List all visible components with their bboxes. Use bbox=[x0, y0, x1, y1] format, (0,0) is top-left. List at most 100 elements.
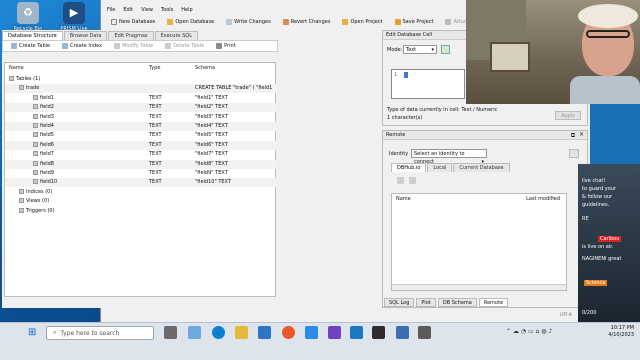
field-name: field6 bbox=[33, 141, 54, 150]
table-icon bbox=[11, 43, 17, 49]
taskbar-clock[interactable]: 10:17 PM 4/10/2023 bbox=[608, 325, 634, 339]
revert-changes-button[interactable]: Revert Changes bbox=[279, 17, 335, 27]
table-row[interactable]: field1 TEXT "field1" TEXT bbox=[5, 94, 277, 103]
chat-message: is live on air. bbox=[582, 244, 614, 250]
tab-execute-sql[interactable]: Execute SQL bbox=[154, 31, 198, 40]
table-row[interactable]: field7 TEXT "field7" TEXT bbox=[5, 150, 277, 159]
horizontal-scrollbar[interactable] bbox=[392, 284, 566, 290]
identity-settings-icon[interactable] bbox=[569, 149, 579, 158]
table-row[interactable]: field6 TEXT "field6" TEXT bbox=[5, 140, 277, 150]
delete-table-button[interactable]: Delete Table bbox=[161, 42, 208, 51]
column-header-name[interactable]: Name bbox=[396, 196, 411, 202]
table-row[interactable]: field2 TEXT "field2" TEXT bbox=[5, 103, 277, 113]
line-number: 1 bbox=[394, 72, 398, 78]
create-table-button[interactable]: Create Table bbox=[7, 42, 54, 51]
remote-tabs: DBHub.io Local Current Database bbox=[391, 163, 511, 172]
cell-editor[interactable]: 1 bbox=[391, 69, 465, 99]
task-view-icon[interactable] bbox=[164, 326, 177, 339]
menu-file[interactable]: File bbox=[107, 7, 115, 13]
column-header-type[interactable]: Type bbox=[149, 65, 160, 73]
github-desktop-icon[interactable] bbox=[328, 326, 341, 339]
table-row[interactable]: field3 TEXT "field3" TEXT bbox=[5, 113, 277, 122]
tree-row-views[interactable]: Views (0) bbox=[5, 197, 277, 206]
import-icon[interactable] bbox=[441, 45, 450, 54]
print-button[interactable]: Print bbox=[212, 42, 240, 51]
tree-row-triggers[interactable]: Triggers (0) bbox=[5, 207, 277, 216]
open-database-button[interactable]: Open Database bbox=[163, 17, 218, 27]
tree-row-indices[interactable]: Indices (0) bbox=[5, 188, 277, 197]
chat-message: live chat! bbox=[582, 178, 606, 184]
apply-button[interactable]: Apply bbox=[555, 111, 581, 120]
wall-picture bbox=[490, 42, 530, 72]
identity-select[interactable]: Select an identity to connect ▾ bbox=[411, 149, 487, 165]
menu-help[interactable]: Help bbox=[181, 7, 192, 13]
indices-icon bbox=[19, 188, 24, 194]
field-schema: "field8" TEXT bbox=[195, 160, 228, 167]
schema-tree[interactable]: Name Type Schema Tables (1) trade CREATE T… bbox=[4, 62, 277, 297]
clone-icon[interactable] bbox=[409, 177, 416, 184]
close-icon[interactable]: × bbox=[579, 131, 584, 138]
tree-row-trade[interactable]: trade CREATE TABLE "trade" ( "field1 bbox=[5, 84, 277, 94]
triggers-node-label: Triggers (0) bbox=[19, 207, 55, 216]
remote-file-list[interactable]: Name Last modified bbox=[391, 193, 567, 291]
revert-icon bbox=[282, 19, 289, 25]
field-schema: "field3" TEXT bbox=[195, 113, 228, 120]
chat-message: 0/200 bbox=[582, 310, 597, 316]
open-project-button[interactable]: Open Project bbox=[338, 17, 386, 27]
firefox-icon[interactable] bbox=[282, 326, 295, 339]
field-type: TEXT bbox=[149, 141, 162, 148]
column-header-schema[interactable]: Schema bbox=[195, 65, 215, 73]
tab-remote[interactable]: Remote bbox=[478, 298, 509, 307]
desktop-icon[interactable]: ♻ Recycle Bin bbox=[6, 2, 50, 32]
tab-sql-log[interactable]: SQL Log bbox=[384, 298, 415, 307]
tab-dbhub[interactable]: DBHub.io bbox=[391, 163, 427, 172]
store-icon[interactable] bbox=[258, 326, 271, 339]
widgets-icon[interactable] bbox=[188, 326, 201, 339]
table-row[interactable]: field4 TEXT "field4" TEXT bbox=[5, 122, 277, 131]
tab-plot[interactable]: Plot bbox=[416, 298, 436, 307]
refresh-icon[interactable] bbox=[397, 177, 404, 184]
table-row[interactable]: field5 TEXT "field5" TEXT bbox=[5, 131, 277, 140]
menu-edit[interactable]: Edit bbox=[123, 7, 133, 13]
mode-select[interactable]: Text ▾ bbox=[403, 45, 437, 54]
table-row[interactable]: field10 TEXT "field10" TEXT bbox=[5, 178, 277, 188]
file-explorer-icon[interactable] bbox=[235, 326, 248, 339]
tab-current-database[interactable]: Current Database bbox=[453, 163, 510, 172]
db-browser-icon[interactable] bbox=[396, 326, 409, 339]
system-tray-icons[interactable]: ⌃ ☁ ◔ ▭ ⌂ ◍ ♪ bbox=[506, 328, 552, 335]
edge-icon[interactable] bbox=[212, 326, 225, 339]
vscode-icon[interactable] bbox=[350, 326, 363, 339]
table-row[interactable]: field9 TEXT "field9" TEXT bbox=[5, 169, 277, 178]
tab-db-schema[interactable]: DB Schema bbox=[437, 298, 477, 307]
terminal-icon[interactable] bbox=[372, 326, 385, 339]
tree-row-tables[interactable]: Tables (1) bbox=[5, 75, 277, 84]
field-name: field1 bbox=[33, 94, 54, 103]
tab-database-structure[interactable]: Database Structure bbox=[2, 31, 63, 40]
menu-view[interactable]: View bbox=[141, 7, 153, 13]
field-type: TEXT bbox=[149, 151, 162, 158]
write-changes-button[interactable]: Write Changes bbox=[222, 17, 275, 27]
tab-browse-data[interactable]: Browse Data bbox=[63, 31, 108, 40]
column-header-name[interactable]: Name bbox=[9, 65, 24, 73]
new-database-button[interactable]: New Database bbox=[107, 17, 159, 27]
mail-icon[interactable] bbox=[305, 326, 318, 339]
column-header-last-modified[interactable]: Last modified bbox=[526, 196, 560, 202]
field-schema: "field5" TEXT bbox=[195, 132, 228, 139]
save-project-button[interactable]: Save Project bbox=[391, 17, 438, 27]
menu-tools[interactable]: Tools bbox=[161, 7, 173, 13]
tab-local[interactable]: Local bbox=[427, 163, 453, 172]
field-name: field2 bbox=[33, 103, 54, 112]
tables-node-label: Tables (1) bbox=[9, 75, 40, 84]
windows-start-icon[interactable]: ⊞ bbox=[28, 327, 36, 338]
table-schema: CREATE TABLE "trade" ( "field1 bbox=[195, 85, 273, 92]
field-type: TEXT bbox=[149, 179, 162, 186]
float-pane-icon[interactable]: ⧉ bbox=[571, 132, 575, 140]
field-type: TEXT bbox=[149, 94, 162, 101]
tab-edit-pragmas[interactable]: Edit Pragmas bbox=[108, 31, 154, 40]
table-row[interactable]: field8 TEXT "field8" TEXT bbox=[5, 159, 277, 169]
calculator-icon[interactable] bbox=[418, 326, 431, 339]
modify-table-button[interactable]: Modify Table bbox=[110, 42, 157, 51]
create-index-button[interactable]: Create Index bbox=[58, 42, 106, 51]
taskbar-search[interactable]: ⌕ Type here to search bbox=[46, 326, 154, 340]
chat-message: NAGINENI great bbox=[582, 256, 622, 262]
